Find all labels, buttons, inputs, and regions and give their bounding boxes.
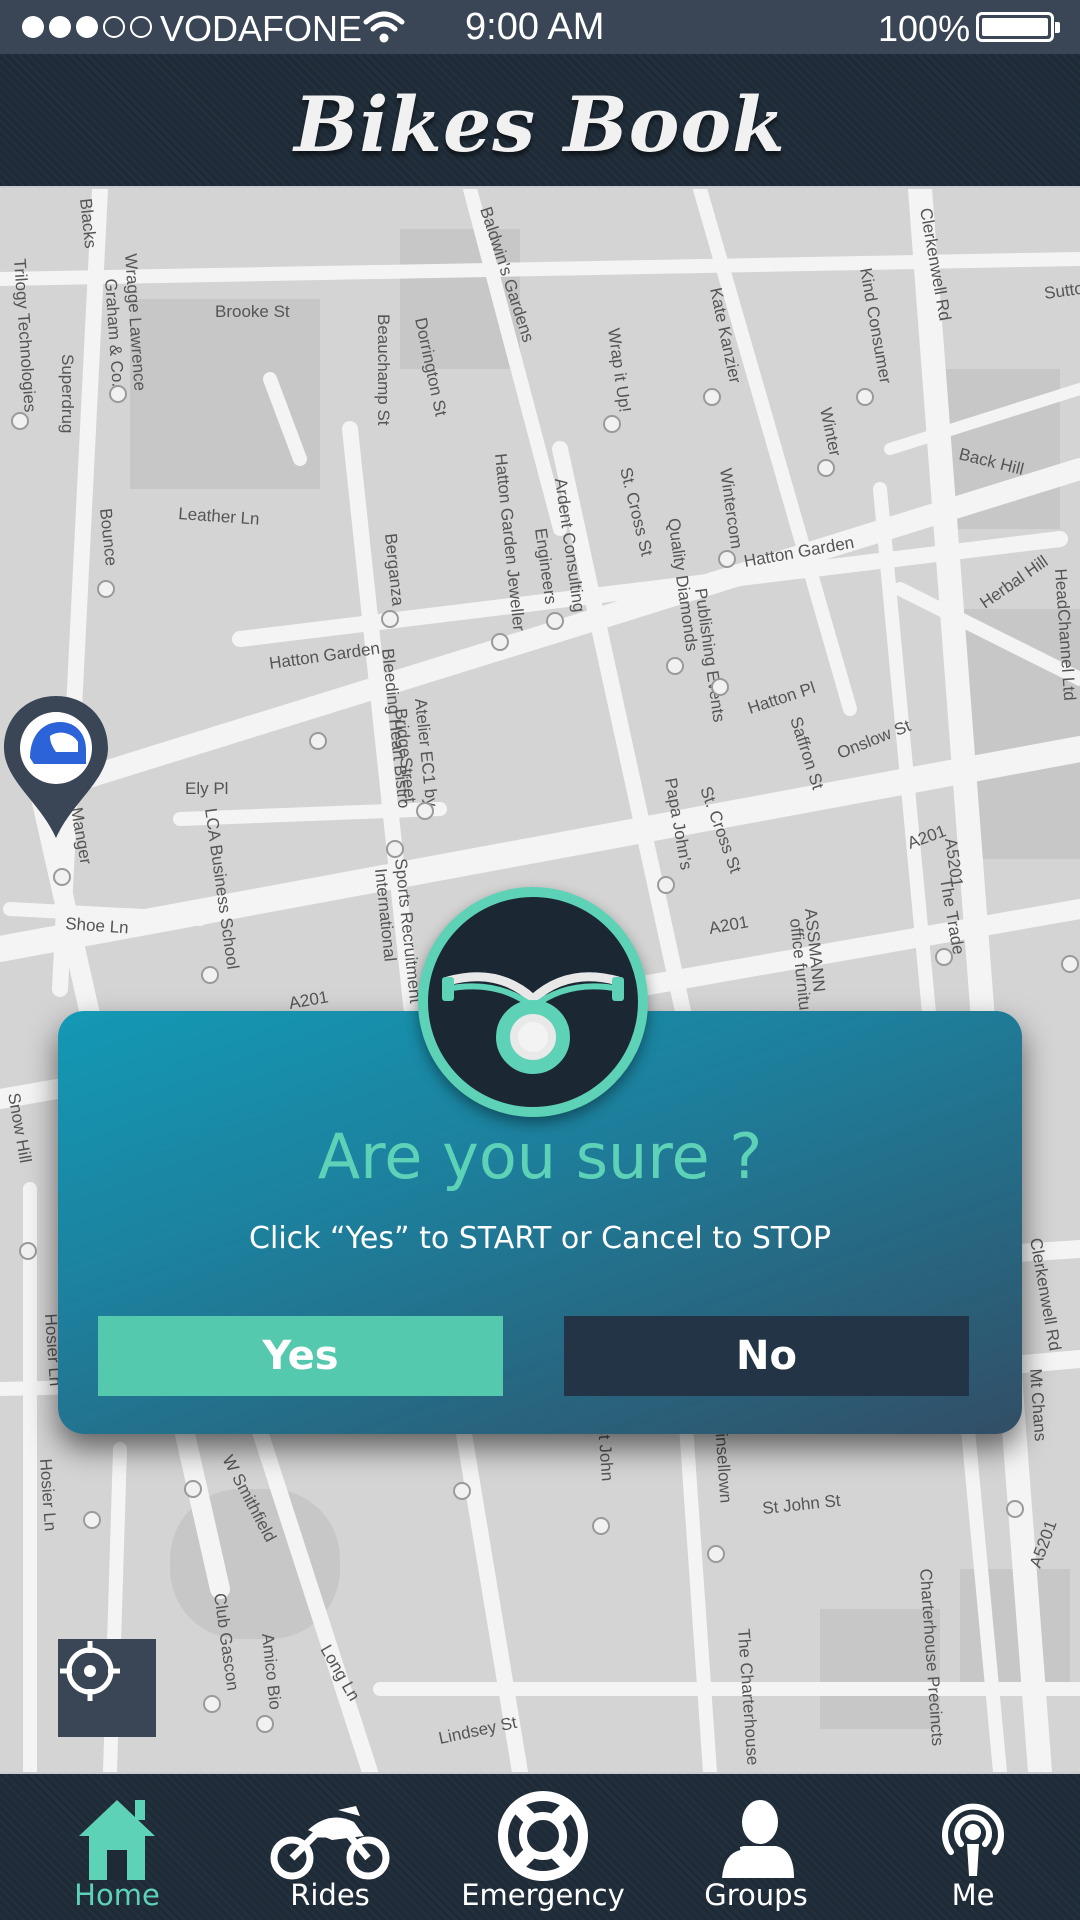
- motorbike-icon: [270, 1806, 390, 1880]
- podcast-icon: [942, 1803, 1004, 1876]
- svg-text:Beauchamp St: Beauchamp St: [374, 314, 393, 426]
- wifi-icon: [363, 11, 405, 43]
- svg-text:Superdrug: Superdrug: [58, 354, 77, 433]
- nav-item-emergency[interactable]: Emergency: [443, 1774, 643, 1920]
- battery-icon: [976, 12, 1060, 42]
- battery-percentage: 100%: [878, 8, 971, 49]
- bikesbook-logo-icon: [418, 887, 648, 1117]
- nav-label-groups: Groups: [704, 1878, 808, 1912]
- nav-label-me: Me: [951, 1878, 995, 1912]
- carrier-name: VODAFONE: [160, 8, 363, 49]
- locate-me-button[interactable]: [58, 1639, 156, 1737]
- crosshair-icon: [60, 1641, 120, 1701]
- bottom-navigation: Home Rides Emergency Groups Me: [0, 1772, 1080, 1920]
- status-bar: VODAFONE 9:00 AM 100%: [0, 0, 1080, 54]
- no-button[interactable]: No: [564, 1316, 969, 1396]
- dialog-message: Click “Yes” to START or Cancel to STOP: [249, 1221, 831, 1256]
- signal-strength-icon: [22, 16, 152, 38]
- yes-button[interactable]: Yes: [98, 1316, 503, 1396]
- dialog-title: Are you sure ?: [317, 1120, 763, 1193]
- home-icon: [79, 1800, 155, 1880]
- nav-item-home[interactable]: Home: [17, 1774, 217, 1920]
- nav-item-me[interactable]: Me: [873, 1774, 1073, 1920]
- nav-item-rides[interactable]: Rides: [230, 1774, 430, 1920]
- nav-label-rides: Rides: [290, 1878, 370, 1912]
- status-time: 9:00 AM: [465, 6, 605, 48]
- svg-text:Brooke St: Brooke St: [215, 302, 290, 321]
- nav-label-home: Home: [74, 1878, 160, 1912]
- lifebuoy-icon: [498, 1791, 588, 1881]
- app-header: Bikes Book: [0, 54, 1080, 188]
- svg-text:Ely Pl: Ely Pl: [185, 779, 228, 798]
- user-silhouette-icon: [718, 1800, 794, 1879]
- nav-label-emergency: Emergency: [461, 1878, 625, 1912]
- app-title: Bikes Book: [294, 80, 786, 169]
- nav-item-groups[interactable]: Groups: [656, 1774, 856, 1920]
- rider-location-pin-icon[interactable]: [0, 692, 112, 842]
